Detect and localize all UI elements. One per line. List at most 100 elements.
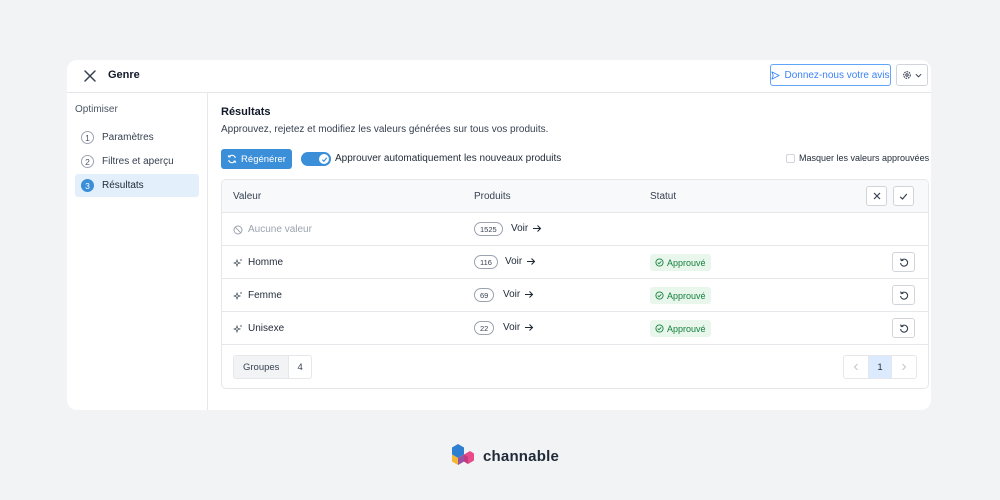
check-circle-icon: [655, 258, 664, 267]
value-cell: Unisexe: [233, 323, 284, 334]
feedback-button[interactable]: Donnez-nous votre avis: [770, 64, 891, 86]
view-products-link[interactable]: Voir: [505, 256, 536, 267]
table-row: Unisexe 22 Voir Approuvé: [222, 312, 928, 345]
pagination: 1: [843, 355, 917, 379]
arrow-right-icon: [525, 324, 534, 331]
status-label: Approuvé: [667, 257, 706, 268]
sidebar: Optimiser 1 Paramètres 2 Filtres et aper…: [67, 93, 208, 410]
reject-all-button[interactable]: [866, 186, 887, 206]
step-number: 2: [81, 155, 94, 168]
toggle-knob: [319, 154, 329, 164]
refresh-icon: [227, 154, 237, 164]
undo-icon: [899, 258, 908, 267]
table-row: Aucune valeur 1525 Voir: [222, 213, 928, 246]
check-icon: [321, 156, 327, 162]
brand-logo: channable: [449, 443, 559, 469]
close-icon[interactable]: [83, 69, 97, 83]
table-row: Homme 116 Voir Approuvé: [222, 246, 928, 279]
undo-button[interactable]: [892, 285, 915, 305]
column-header-value: Valeur: [233, 191, 262, 202]
view-label: Voir: [503, 289, 521, 300]
status-label: Approuvé: [667, 323, 706, 334]
app-window: Genre Donnez-nous votre avis Optimiser 1…: [67, 60, 931, 410]
view-label: Voir: [503, 322, 521, 333]
page-description: Approuvez, rejetez et modifiez les valeu…: [221, 124, 549, 135]
status-label: Approuvé: [667, 290, 706, 301]
value-label: Homme: [248, 257, 284, 268]
groups-label: Groupes: [234, 356, 290, 378]
status-badge: Approuvé: [650, 320, 711, 337]
feedback-label: Donnez-nous votre avis: [784, 69, 890, 81]
sidebar-step-resultats[interactable]: 3 Résultats: [75, 174, 199, 197]
check-circle-icon: [655, 291, 664, 300]
undo-button[interactable]: [892, 318, 915, 338]
view-label: Voir: [505, 256, 523, 267]
main-panel: Résultats Approuvez, rejetez et modifiez…: [221, 93, 931, 410]
sidebar-step-filtres[interactable]: 2 Filtres et aperçu: [75, 150, 199, 173]
value-label: Femme: [248, 290, 282, 301]
step-label: Résultats: [102, 180, 144, 191]
send-icon: [771, 70, 781, 80]
previous-page-button[interactable]: [844, 356, 868, 378]
value-cell: Aucune valeur: [233, 224, 312, 235]
arrow-right-icon: [527, 258, 536, 265]
step-label: Paramètres: [102, 132, 154, 143]
window-title: Genre: [108, 69, 140, 81]
value-cell: Homme: [233, 257, 283, 268]
sparkle-icon: [233, 258, 243, 267]
check-icon: [899, 193, 908, 200]
status-badge: Approuvé: [650, 287, 711, 304]
value-label: Unisexe: [248, 323, 285, 334]
hide-approved-checkbox[interactable]: [786, 154, 795, 163]
value-label: Aucune valeur: [248, 224, 312, 235]
chevron-down-icon: [915, 73, 922, 78]
chevron-left-icon: [853, 363, 858, 371]
check-circle-icon: [655, 324, 664, 333]
page-button-current[interactable]: 1: [868, 356, 892, 378]
table-row: Femme 69 Voir Approuvé: [222, 279, 928, 312]
regenerate-label: Régénérer: [241, 153, 286, 165]
product-count-badge: 116: [474, 255, 498, 269]
view-products-link[interactable]: Voir: [511, 223, 542, 234]
arrow-right-icon: [525, 291, 534, 298]
sidebar-heading: Optimiser: [75, 104, 118, 115]
product-count-badge: 1525: [474, 222, 503, 236]
arrow-right-icon: [533, 225, 542, 232]
hide-approved-label: Masquer les valeurs approuvées: [799, 153, 930, 163]
chevron-right-icon: [902, 363, 907, 371]
status-badge: Approuvé: [650, 254, 711, 271]
undo-icon: [899, 324, 908, 333]
step-label: Filtres et aperçu: [102, 156, 174, 167]
undo-button[interactable]: [892, 252, 915, 272]
view-products-link[interactable]: Voir: [503, 322, 534, 333]
undo-icon: [899, 291, 908, 300]
results-table: Valeur Produits Statut Aucune valeur 152…: [221, 179, 929, 389]
regenerate-button[interactable]: Régénérer: [221, 149, 292, 169]
approve-all-button[interactable]: [893, 186, 914, 206]
step-number: 1: [81, 131, 94, 144]
next-page-button[interactable]: [892, 356, 916, 378]
top-bar: Genre Donnez-nous votre avis: [67, 60, 931, 93]
gear-icon: [903, 71, 911, 79]
sidebar-step-parametres[interactable]: 1 Paramètres: [75, 126, 199, 149]
page-title: Résultats: [221, 106, 271, 118]
column-header-status: Statut: [650, 191, 677, 202]
product-count-badge: 69: [474, 288, 495, 302]
settings-button[interactable]: [896, 64, 928, 86]
step-number: 3: [81, 179, 94, 192]
column-header-products: Produits: [474, 191, 511, 202]
auto-approve-label: Approuver automatiquement les nouveaux p…: [335, 153, 562, 164]
ban-icon: [233, 225, 243, 234]
product-count-badge: 22: [474, 321, 495, 335]
groups-counter: Groupes 4: [233, 355, 312, 379]
sparkle-icon: [233, 291, 243, 300]
view-products-link[interactable]: Voir: [503, 289, 534, 300]
sparkle-icon: [233, 324, 243, 333]
groups-count: 4: [297, 361, 303, 373]
auto-approve-toggle[interactable]: [301, 152, 331, 166]
channable-logo-icon: [452, 444, 474, 465]
view-label: Voir: [511, 223, 529, 234]
value-cell: Femme: [233, 290, 282, 301]
close-icon: [873, 192, 880, 200]
brand-name: channable: [483, 447, 559, 465]
